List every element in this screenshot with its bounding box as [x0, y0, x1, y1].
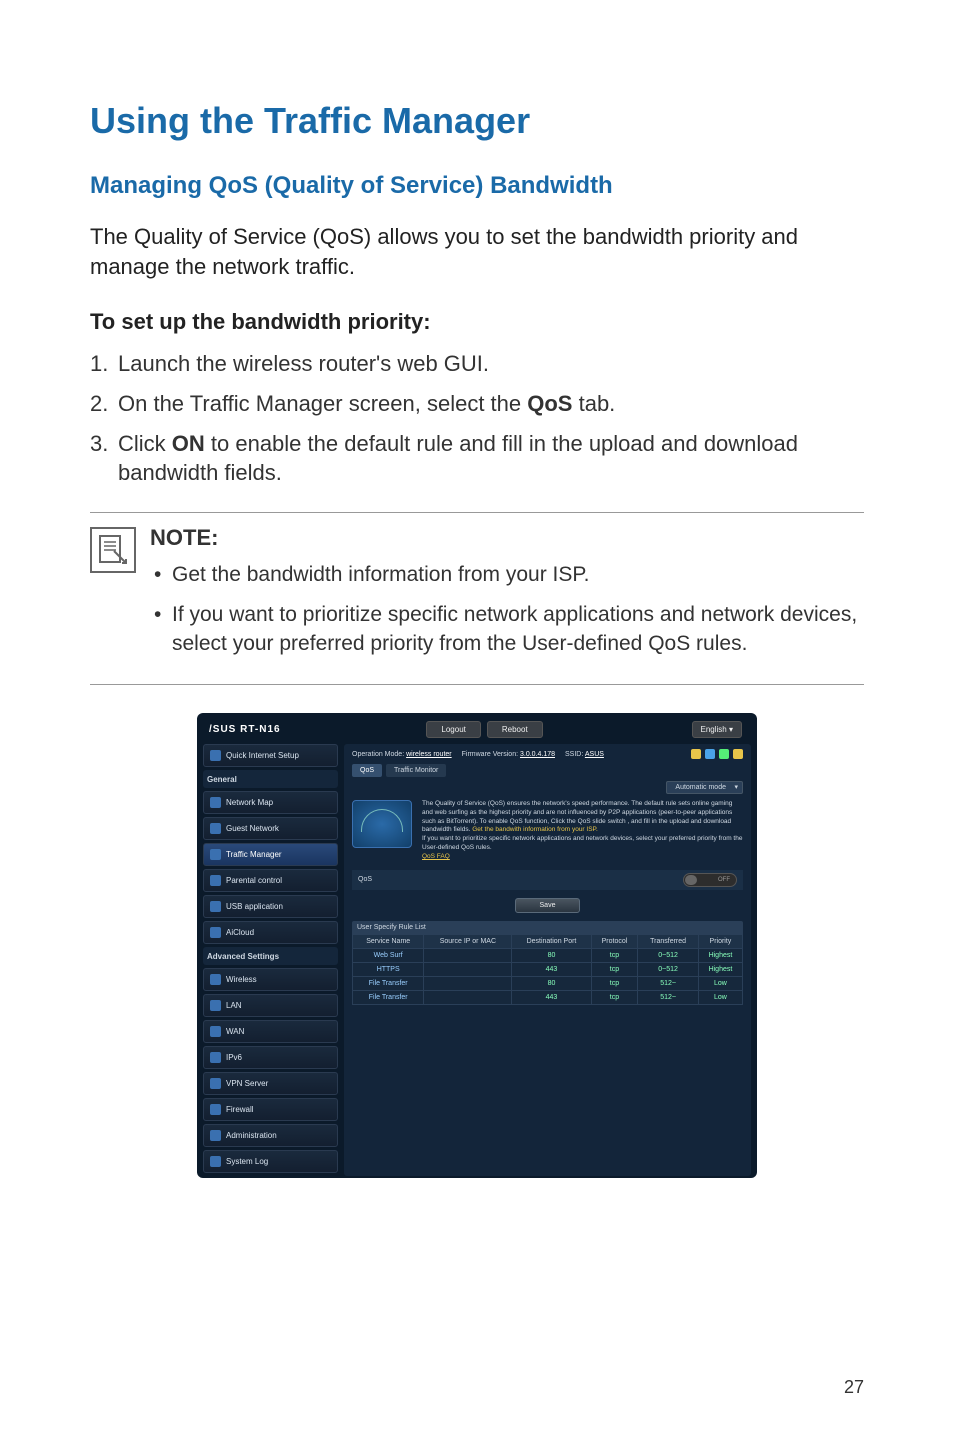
- step-number: 3.: [90, 429, 108, 459]
- step-item: 3. Click ON to enable the default rule a…: [90, 429, 864, 488]
- col-protocol: Protocol: [591, 934, 638, 948]
- tab-traffic-monitor[interactable]: Traffic Monitor: [386, 764, 446, 777]
- col-port: Destination Port: [512, 934, 591, 948]
- tab-qos[interactable]: QoS: [352, 764, 382, 777]
- status-icon: [733, 749, 743, 759]
- page-number: 27: [844, 1377, 864, 1398]
- map-icon: [210, 797, 221, 808]
- step-item: 2. On the Traffic Manager screen, select…: [90, 389, 864, 419]
- step-text: to enable the default rule and fill in t…: [118, 431, 798, 486]
- reboot-button[interactable]: Reboot: [487, 721, 543, 738]
- step-bold: QoS: [527, 391, 572, 416]
- language-select[interactable]: English ▾: [692, 721, 743, 738]
- table-row: File Transfer 443 tcp 512~ Low: [353, 990, 743, 1004]
- sidebar-firewall[interactable]: Firewall: [203, 1098, 338, 1121]
- steps-heading: To set up the bandwidth priority:: [90, 309, 864, 335]
- step-text: Launch the wireless router's web GUI.: [118, 351, 489, 376]
- lock-icon: [210, 875, 221, 886]
- sidebar-system-log[interactable]: System Log: [203, 1150, 338, 1173]
- lan-icon: [210, 1000, 221, 1011]
- sidebar-wireless[interactable]: Wireless: [203, 968, 338, 991]
- wifi-icon: [210, 974, 221, 985]
- usb-icon: [210, 901, 221, 912]
- sidebar-usb-application[interactable]: USB application: [203, 895, 338, 918]
- intro-text: The Quality of Service (QoS) allows you …: [90, 222, 864, 281]
- step-text: On the Traffic Manager screen, select th…: [118, 391, 527, 416]
- sidebar-aicloud[interactable]: AiCloud: [203, 921, 338, 944]
- step-text: tab.: [572, 391, 615, 416]
- step-bold: ON: [172, 431, 205, 456]
- main-panel: Operation Mode: wireless router Firmware…: [344, 744, 751, 1176]
- sidebar-section-advanced: Advanced Settings: [203, 947, 338, 965]
- col-service: Service Name: [353, 934, 424, 948]
- section-heading: Managing QoS (Quality of Service) Bandwi…: [90, 172, 864, 200]
- sidebar-ipv6[interactable]: IPv6: [203, 1046, 338, 1069]
- col-priority: Priority: [698, 934, 742, 948]
- note-block: NOTE: Get the bandwidth information from…: [90, 512, 864, 685]
- status-icon: [719, 749, 729, 759]
- mode-select[interactable]: Automatic mode: [666, 781, 743, 794]
- col-transferred: Transferred: [638, 934, 699, 948]
- gear-icon: [210, 1130, 221, 1141]
- cloud-icon: [210, 927, 221, 938]
- note-title: NOTE:: [150, 525, 864, 551]
- qos-row-label: QoS: [358, 876, 683, 883]
- sidebar-lan[interactable]: LAN: [203, 994, 338, 1017]
- sidebar-quick-setup[interactable]: Quick Internet Setup: [203, 744, 338, 767]
- status-line: Operation Mode: wireless router Firmware…: [352, 749, 743, 759]
- step-item: 1. Launch the wireless router's web GUI.: [90, 349, 864, 379]
- sidebar-traffic-manager[interactable]: Traffic Manager: [203, 843, 338, 866]
- note-item: Get the bandwidth information from your …: [150, 561, 864, 589]
- sidebar-wan[interactable]: WAN: [203, 1020, 338, 1043]
- traffic-icon: [210, 849, 221, 860]
- note-icon: [90, 525, 150, 670]
- col-source: Source IP or MAC: [424, 934, 512, 948]
- table-row: File Transfer 80 tcp 512~ Low: [353, 976, 743, 990]
- sidebar-administration[interactable]: Administration: [203, 1124, 338, 1147]
- qos-faq-link[interactable]: QoS FAQ: [422, 853, 450, 860]
- step-number: 2.: [90, 389, 108, 419]
- sidebar-vpn-server[interactable]: VPN Server: [203, 1072, 338, 1095]
- logout-button[interactable]: Logout: [426, 721, 480, 738]
- table-row: HTTPS 443 tcp 0~512 Highest: [353, 962, 743, 976]
- note-item: If you want to prioritize specific netwo…: [150, 601, 864, 658]
- router-model: /SUS RT-N16: [209, 724, 281, 735]
- rule-list-header: User Specify Rule List: [352, 921, 743, 934]
- sidebar-parental-control[interactable]: Parental control: [203, 869, 338, 892]
- save-button[interactable]: Save: [515, 898, 581, 913]
- sidebar-network-map[interactable]: Network Map: [203, 791, 338, 814]
- table-row: Web Surf 80 tcp 0~512 Highest: [353, 948, 743, 962]
- sidebar-section-general: General: [203, 770, 338, 788]
- vpn-icon: [210, 1078, 221, 1089]
- qos-description: The Quality of Service (QoS) ensures the…: [422, 800, 743, 861]
- rule-table: Service Name Source IP or MAC Destinatio…: [352, 934, 743, 1005]
- status-icon: [691, 749, 701, 759]
- ipv6-icon: [210, 1052, 221, 1063]
- wand-icon: [210, 750, 221, 761]
- status-icon: [705, 749, 715, 759]
- sidebar: Quick Internet Setup General Network Map…: [203, 744, 338, 1176]
- page-heading: Using the Traffic Manager: [90, 100, 864, 142]
- step-text: Click: [118, 431, 172, 456]
- guest-icon: [210, 823, 221, 834]
- log-icon: [210, 1156, 221, 1167]
- globe-icon: [210, 1026, 221, 1037]
- shield-icon: [210, 1104, 221, 1115]
- sidebar-guest-network[interactable]: Guest Network: [203, 817, 338, 840]
- steps-list: 1. Launch the wireless router's web GUI.…: [90, 349, 864, 488]
- step-number: 1.: [90, 349, 108, 379]
- qos-gauge-icon: [352, 800, 412, 848]
- router-screenshot: /SUS RT-N16 Logout Reboot English ▾ Quic…: [197, 713, 757, 1178]
- qos-toggle[interactable]: OFF: [683, 873, 737, 887]
